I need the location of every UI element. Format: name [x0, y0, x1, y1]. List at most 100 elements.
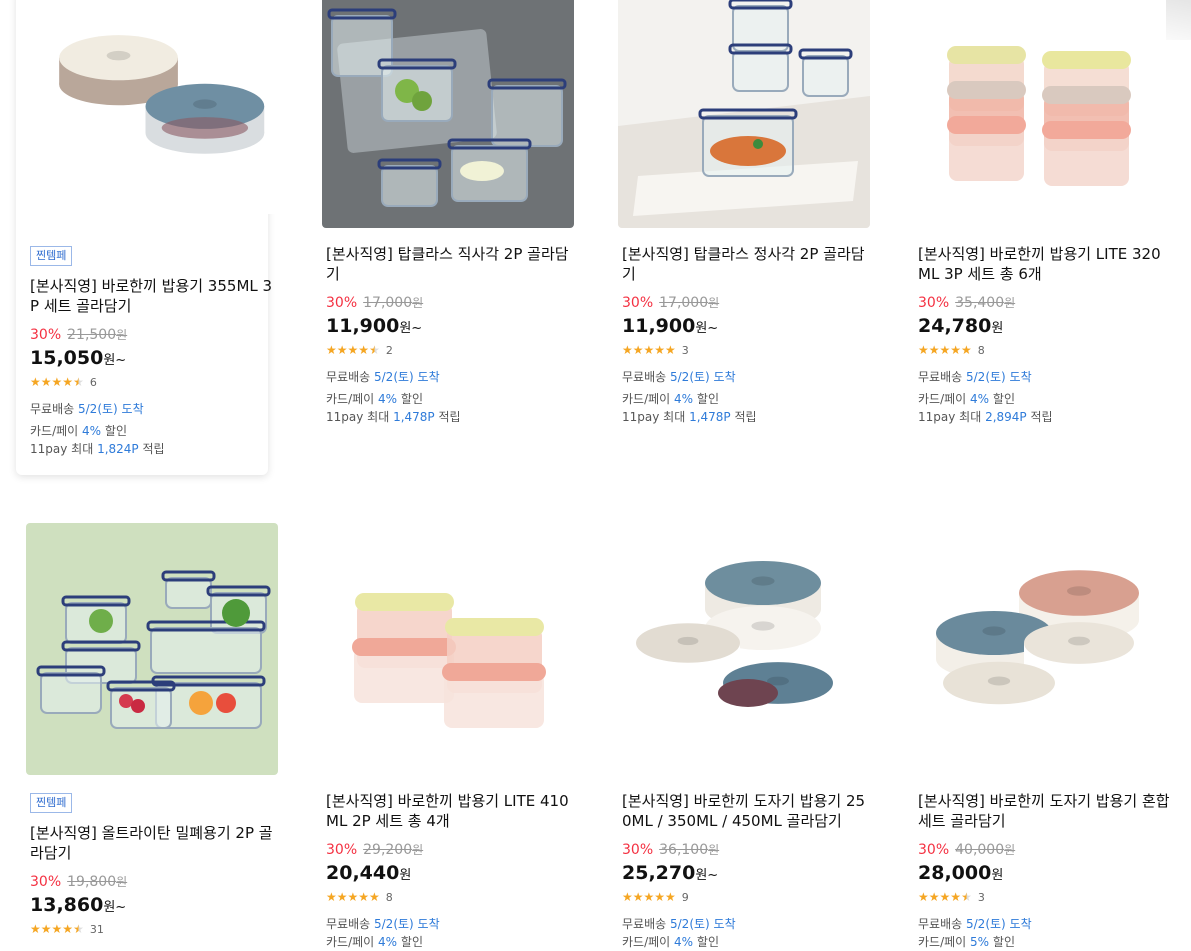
- star-rating-icon: ★★★★★: [918, 343, 972, 357]
- review-count: 3: [977, 891, 985, 904]
- card-discount-info: 카드/페이 4% 할인: [326, 935, 424, 949]
- points-amount: 1,478P: [393, 410, 435, 424]
- star-icon: ★: [73, 375, 84, 389]
- price-unit: 원~: [695, 868, 719, 883]
- star-icon: ★: [347, 343, 359, 357]
- points-info: 11pay 최대 1,824P 적립: [30, 442, 165, 456]
- product-thumbnail[interactable]: [618, 523, 870, 775]
- points-info: 11pay 최대 1,478P 적립: [622, 410, 757, 424]
- review-count: 6: [89, 376, 97, 389]
- product-title[interactable]: [본사직영] 탑클라스 정사각 2P 골라담기: [622, 244, 874, 284]
- product-title[interactable]: [본사직영] 바로한끼 도자기 밥용기 혼합세트 골라담기: [918, 791, 1170, 831]
- star-icon: ★: [326, 343, 337, 357]
- star-icon: ★: [40, 375, 52, 389]
- zzimtem-badge: 찐템페: [30, 793, 73, 813]
- product-image: [26, 523, 278, 775]
- product-image: [322, 0, 574, 228]
- price-unit: 원~: [399, 321, 423, 336]
- original-price-unit: 원: [708, 296, 720, 310]
- shipping-info: 무료배송 5/2(토) 도착: [622, 917, 736, 931]
- product-thumbnail[interactable]: [914, 0, 1166, 228]
- review-count: 31: [89, 923, 104, 936]
- product-thumbnail[interactable]: [26, 523, 278, 775]
- rating: ★★★★★ 6: [30, 374, 274, 392]
- star-icon: ★: [961, 890, 972, 904]
- price-unit: 원: [399, 868, 412, 883]
- card-discount-rate: 4%: [674, 935, 694, 949]
- price-unit: 원~: [695, 321, 719, 336]
- sale-price: 15,050원~: [30, 347, 127, 369]
- review-count: 3: [681, 344, 689, 357]
- star-icon: ★: [62, 375, 74, 389]
- points-amount: 2,894P: [985, 410, 1027, 424]
- rating: ★★★★★ 3: [918, 889, 1170, 907]
- delivery-date: 5/2(토) 도착: [670, 917, 736, 931]
- price-unit: 원~: [103, 900, 127, 915]
- star-icon: ★: [939, 890, 951, 904]
- discount-rate: 30%: [30, 327, 62, 343]
- star-icon: ★: [62, 922, 74, 936]
- delivery-date: 5/2(토) 도착: [78, 402, 144, 416]
- product-title[interactable]: [본사직영] 올트라이탄 밀폐용기 2P 골라담기: [30, 823, 282, 863]
- star-icon: ★: [51, 375, 63, 389]
- discount-rate: 30%: [622, 842, 654, 858]
- star-rating-icon: ★★★★★: [30, 922, 84, 936]
- delivery-date: 5/2(토) 도착: [374, 370, 440, 384]
- star-icon: ★: [73, 922, 84, 936]
- sale-price: 25,270원~: [622, 862, 719, 884]
- card-discount-rate: 4%: [82, 424, 102, 438]
- original-price-line: 30% 36,100원: [622, 841, 874, 861]
- original-price: 40,000원: [955, 842, 1016, 858]
- star-rating-icon: ★★★★★: [622, 343, 676, 357]
- product-image: [618, 0, 870, 228]
- product-card[interactable]: 찐템페 [본사직영] 바로한끼 밥용기 355ML 3P 세트 골라담기 30%…: [16, 0, 288, 475]
- card-discount-info: 카드/페이 4% 할인: [918, 392, 1016, 406]
- star-rating-icon: ★★★★★: [918, 890, 972, 904]
- rating: ★★★★★ 31: [30, 921, 282, 939]
- product-thumbnail[interactable]: [618, 0, 870, 228]
- product-title[interactable]: [본사직영] 바로한끼 밥용기 LITE 410ML 2P 세트 총 4개: [326, 791, 578, 831]
- sale-price: 20,440원: [326, 862, 412, 884]
- original-price-line: 30% 29,200원: [326, 841, 578, 861]
- product-thumbnail[interactable]: [322, 523, 574, 775]
- product-thumbnail[interactable]: [16, 0, 288, 214]
- product-title[interactable]: [본사직영] 바로한끼 밥용기 LITE 320ML 3P 세트 총 6개: [918, 244, 1170, 284]
- original-price: 17,000원: [659, 295, 720, 311]
- original-price-unit: 원: [116, 875, 128, 889]
- product-image: [914, 0, 1166, 228]
- product-thumbnail[interactable]: [322, 0, 574, 228]
- star-icon: ★: [918, 890, 929, 904]
- shipping-info: 무료배송 5/2(토) 도착: [326, 370, 440, 384]
- discount-rate: 30%: [326, 842, 358, 858]
- original-price-unit: 원: [1004, 843, 1016, 857]
- star-rating-icon: ★★★★★: [622, 890, 676, 904]
- points-amount: 1,478P: [689, 410, 731, 424]
- review-count: 8: [977, 344, 985, 357]
- points-info: 11pay 최대 2,894P 적립: [918, 410, 1053, 424]
- delivery-date: 5/2(토) 도착: [966, 370, 1032, 384]
- card-discount-rate: 4%: [378, 935, 398, 949]
- price-unit: 원: [991, 868, 1004, 883]
- star-rating-icon: ★★★★★: [326, 343, 380, 357]
- product-title[interactable]: [본사직영] 탑클라스 직사각 2P 골라담기: [326, 244, 578, 284]
- sale-price: 11,900원~: [622, 315, 719, 337]
- product-title[interactable]: [본사직영] 바로한끼 도자기 밥용기 250ML / 350ML / 450M…: [622, 791, 874, 831]
- star-icon: ★: [358, 343, 370, 357]
- points-info: 11pay 최대 1,478P 적립: [326, 410, 461, 424]
- star-icon: ★: [928, 890, 940, 904]
- card-discount-rate: 4%: [970, 392, 990, 406]
- star-rating-icon: ★★★★★: [326, 890, 380, 904]
- original-price: 36,100원: [659, 842, 720, 858]
- original-price-line: 30% 17,000원: [622, 294, 874, 314]
- discount-rate: 30%: [918, 295, 950, 311]
- product-thumbnail[interactable]: [914, 523, 1166, 775]
- discount-rate: 30%: [30, 874, 62, 890]
- delivery-date: 5/2(토) 도착: [374, 917, 440, 931]
- zzimtem-badge: 찐템페: [30, 246, 73, 266]
- product-title[interactable]: [본사직영] 바로한끼 밥용기 355ML 3P 세트 골라담기: [30, 276, 274, 316]
- delivery-date: 5/2(토) 도착: [670, 370, 736, 384]
- price-unit: 원~: [103, 353, 127, 368]
- card-discount-rate: 5%: [970, 935, 990, 949]
- original-price-unit: 원: [1004, 296, 1016, 310]
- shipping-info: 무료배송 5/2(토) 도착: [918, 370, 1032, 384]
